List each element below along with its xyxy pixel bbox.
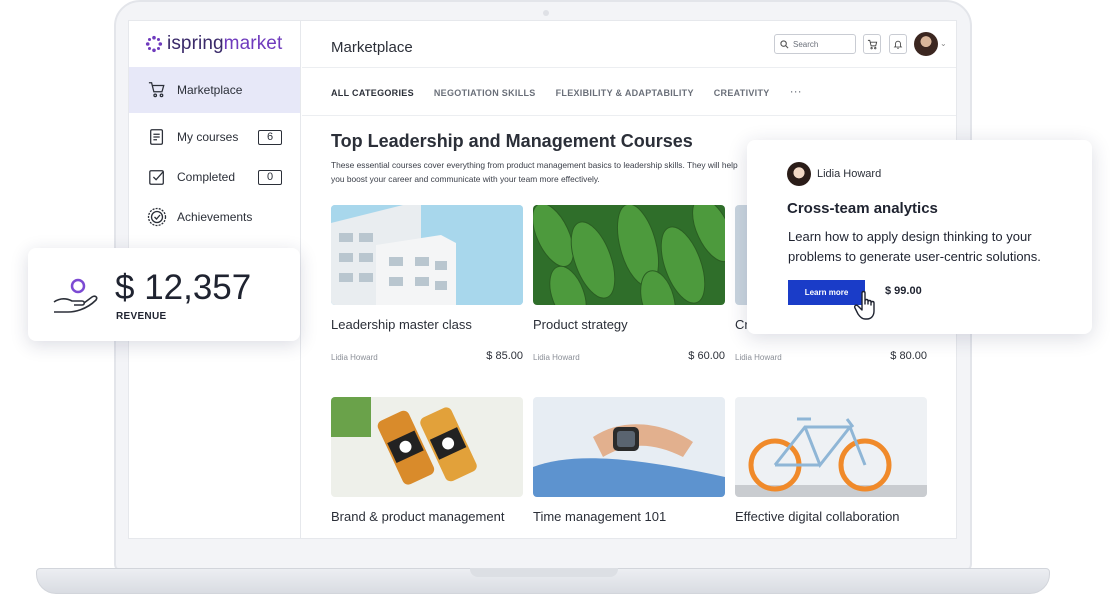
course-card[interactable]: Effective digital collaboration [735,397,927,524]
search-icon [780,39,789,48]
course-title: Brand & product management [331,509,505,524]
logo-text: ispringmarket [167,33,283,54]
search-placeholder: Search [793,39,819,49]
revenue-hand-icon [53,278,98,313]
sidebar-item-label: Marketplace [177,83,243,97]
sidebar-item-achievements[interactable]: Achievements [129,197,300,237]
course-card[interactable]: Time management 101 [533,397,725,524]
course-image-bottles [331,397,523,497]
cart-button[interactable] [863,34,881,54]
course-image-leaves [533,205,725,305]
course-author: Lidia Howard [735,353,782,362]
sidebar-item-label: Completed [177,170,236,184]
cart-icon [147,80,167,100]
course-image-bicycle [735,397,927,497]
more-categories-icon[interactable]: ··· [790,84,802,98]
tab-all-categories[interactable]: ALL CATEGORIES [331,88,414,98]
promo-title: Cross-team analytics [787,200,938,217]
tabs-divider [302,115,956,116]
revenue-label: REVENUE [116,311,167,322]
camera-dot [543,10,549,16]
course-price: $ 85.00 [486,350,523,362]
course-card[interactable]: Brand & product management [331,397,523,524]
course-card[interactable]: Product strategy Lidia Howard $ 60.00 [533,205,725,362]
logo-star-icon [145,35,163,53]
top-bar: Marketplace Search ⌄ [302,21,956,68]
course-title: Product strategy [533,317,628,332]
sidebar-nav: Marketplace My courses 6 Completed 0 Ach… [129,67,300,237]
sidebar-item-completed[interactable]: Completed 0 [129,157,300,197]
course-title: Time management 101 [533,509,667,524]
sidebar-item-label: Achievements [177,210,253,224]
revenue-card: $ 12,357 REVENUE [28,248,300,341]
sidebar-item-marketplace[interactable]: Marketplace [129,67,300,113]
user-avatar[interactable] [914,32,938,56]
course-image-building [331,205,523,305]
page-title: Marketplace [331,39,413,56]
tab-creativity[interactable]: CREATIVITY [714,88,770,98]
promo-description: Learn how to apply design thinking to yo… [788,229,1041,264]
revenue-amount: $ 12,357 [115,268,252,307]
notifications-button[interactable] [889,34,907,54]
courses-icon [147,127,167,147]
course-image-smartwatch [533,397,725,497]
course-promo-card: Lidia Howard Cross-team analytics Learn … [747,140,1092,334]
course-card[interactable]: Leadership master class Lidia Howard $ 8… [331,205,523,362]
category-tabs: ALL CATEGORIES NEGOTIATION SKILLS FLEXIB… [331,84,802,99]
course-price: $ 80.00 [890,350,927,362]
sidebar-item-label: My courses [177,130,239,144]
sidebar-item-my-courses[interactable]: My courses 6 [129,117,300,157]
tab-flexibility-adaptability[interactable]: FLEXIBILITY & ADAPTABILITY [556,88,694,98]
course-author: Lidia Howard [331,353,378,362]
course-title: Leadership master class [331,317,472,332]
section-description: These essential courses cover everything… [331,160,738,184]
promo-author: Lidia Howard [817,168,882,180]
promo-price: $ 99.00 [885,285,922,297]
checkbox-icon [147,167,167,187]
course-author: Lidia Howard [533,353,580,362]
search-input[interactable]: Search [774,34,856,54]
course-title: Effective digital collaboration [735,509,900,524]
cart-icon [867,39,877,49]
course-price: $ 60.00 [688,350,725,362]
courses-count-badge: 6 [258,129,282,145]
logo[interactable]: ispringmarket [145,33,282,55]
hand-cursor-icon [854,290,875,320]
badge-icon [147,207,167,227]
bell-icon [893,40,903,49]
author-avatar [787,162,811,186]
chevron-down-icon[interactable]: ⌄ [940,39,947,48]
laptop-notch [470,568,618,577]
tab-negotiation-skills[interactable]: NEGOTIATION SKILLS [434,88,536,98]
completed-count-badge: 0 [258,169,282,185]
section-title: Top Leadership and Management Courses [331,131,693,151]
